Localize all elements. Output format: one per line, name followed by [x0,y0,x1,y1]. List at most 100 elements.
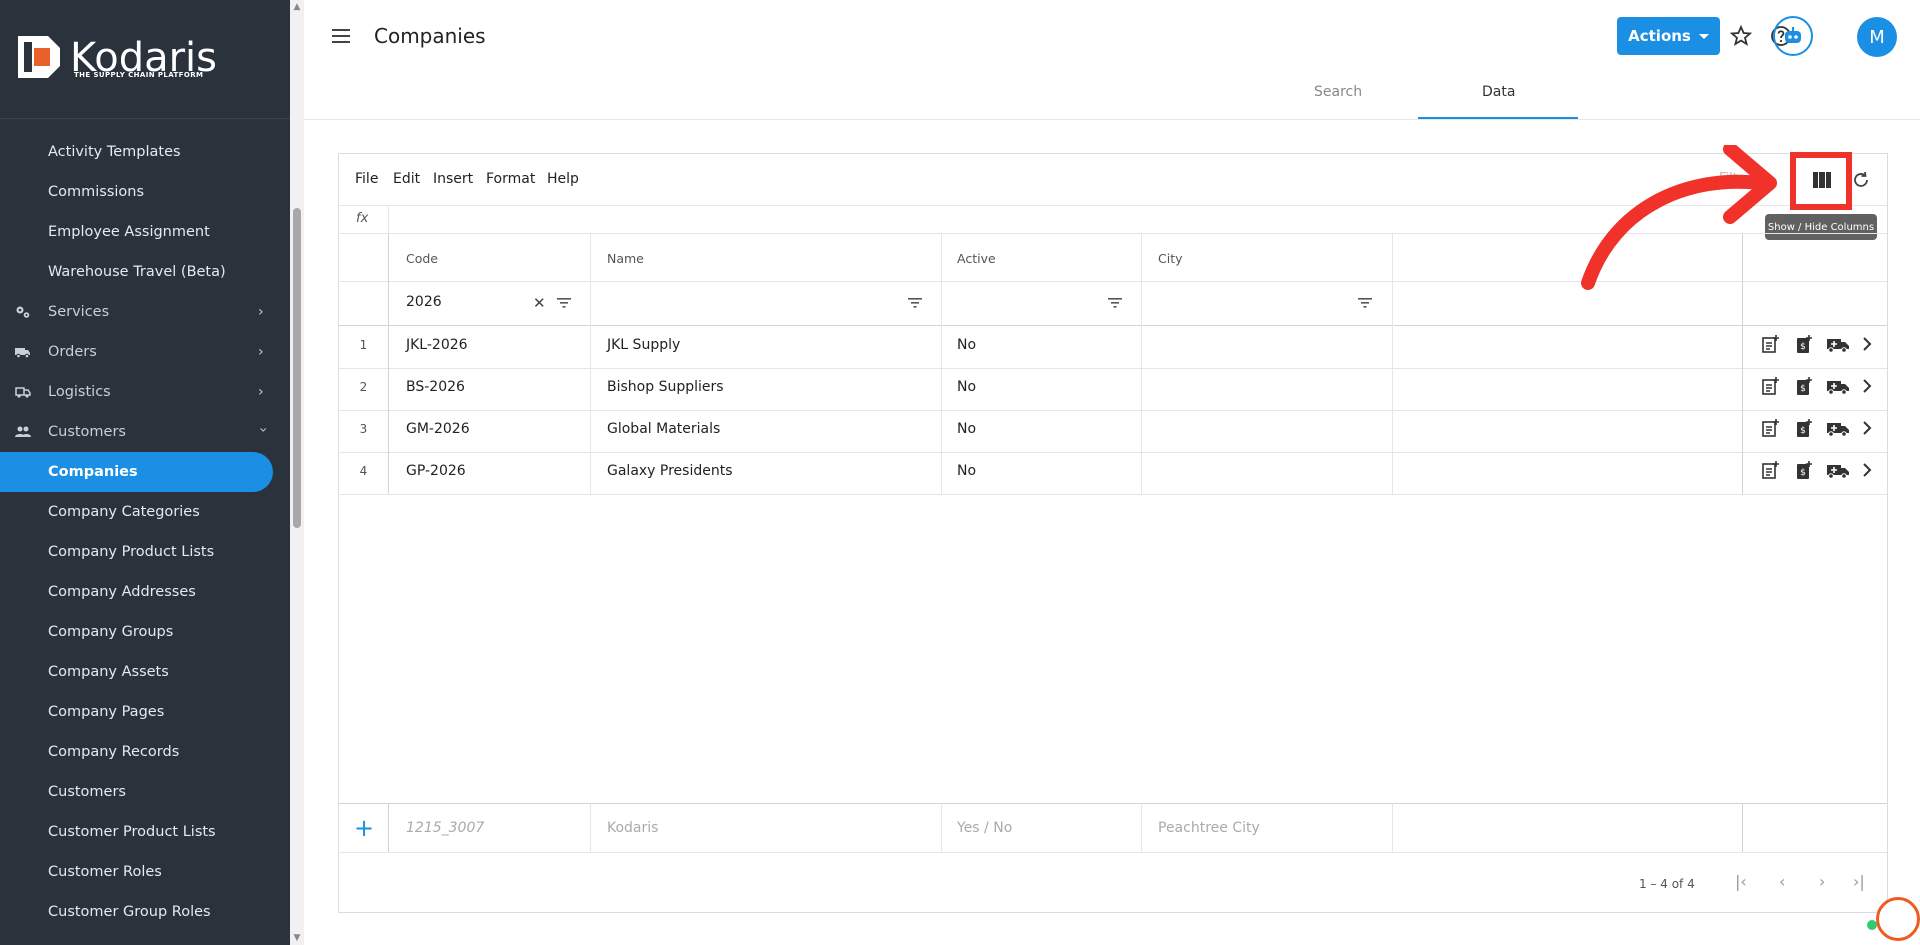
cell-name[interactable]: JKL Supply [607,337,680,353]
add-note-icon[interactable] [1761,376,1781,396]
scrollbar-thumb[interactable] [293,208,301,528]
scroll-up-icon[interactable]: ▲ [292,2,302,12]
next-page-icon[interactable]: › [1819,872,1825,891]
menu-insert[interactable]: Insert [433,171,473,187]
column-header-code[interactable]: Code [406,251,438,266]
online-status-dot [1867,920,1877,930]
add-row-button[interactable]: + [354,814,374,842]
filter-icon[interactable] [1358,298,1372,308]
sidebar-group-orders[interactable]: Orders › [0,332,290,372]
cell-active[interactable]: No [957,379,976,395]
sidebar-item-company-groups[interactable]: Company Groups [0,612,290,652]
sidebar-item-customers[interactable]: Customers [0,772,290,812]
add-invoice-icon[interactable]: $ [1794,376,1814,396]
scroll-down-icon[interactable]: ▼ [292,933,302,943]
code-filter-input[interactable]: 2026 [406,294,442,310]
sidebar: Kodaris THE SUPPLY CHAIN PLATFORM Activi… [0,0,290,945]
add-note-icon[interactable] [1761,460,1781,480]
grid-line [339,494,1887,495]
logo[interactable]: Kodaris THE SUPPLY CHAIN PLATFORM [0,0,290,119]
active-tab-indicator [1418,117,1578,119]
caret-down-icon [1698,33,1709,39]
sidebar-item-commissions[interactable]: Commissions [0,172,290,212]
last-page-icon[interactable]: ›| [1853,872,1865,891]
sidebar-group-services[interactable]: Services › [0,292,290,332]
menu-help[interactable]: Help [547,171,579,187]
add-invoice-icon[interactable]: $ [1794,334,1814,354]
tab-data[interactable]: Data [1482,84,1515,100]
menu-icon[interactable] [332,29,350,43]
new-name-placeholder[interactable]: Kodaris [607,820,658,836]
sidebar-item-company-assets[interactable]: Company Assets [0,652,290,692]
assistant-button[interactable] [1773,16,1813,56]
cell-name[interactable]: Bishop Suppliers [607,379,724,395]
tab-search[interactable]: Search [1314,84,1362,100]
star-icon[interactable] [1729,24,1753,48]
column-header-name[interactable]: Name [607,251,644,266]
clear-filter-icon[interactable]: ✕ [533,294,546,312]
add-note-icon[interactable] [1761,418,1781,438]
cell-code[interactable]: GM-2026 [406,421,470,437]
add-invoice-icon[interactable]: $ [1794,418,1814,438]
first-page-icon[interactable]: |‹ [1735,872,1747,891]
sidebar-item-companies[interactable]: Companies [0,452,273,492]
user-avatar[interactable]: M [1857,17,1897,57]
sidebar-item-employee-assignment[interactable]: Employee Assignment [0,212,290,252]
actions-button[interactable]: Actions [1617,17,1720,55]
cell-name[interactable]: Galaxy Presidents [607,463,733,479]
row-chevron-right-icon[interactable] [1859,418,1879,438]
cell-code[interactable]: GP-2026 [406,463,466,479]
cell-code[interactable]: JKL-2026 [406,337,468,353]
sidebar-group-customers[interactable]: Customers › [0,412,290,452]
sidebar-item-label: Activity Templates [48,144,181,160]
add-shipment-icon[interactable] [1826,376,1849,396]
add-shipment-icon[interactable] [1826,334,1849,354]
chevron-right-icon: › [258,344,264,360]
sidebar-item-warehouse-travel[interactable]: Warehouse Travel (Beta) [0,252,290,292]
cell-active[interactable]: No [957,421,976,437]
sidebar-item-label: Logistics [48,384,111,400]
sidebar-nav: Activity Templates Commissions Employee … [0,132,290,932]
add-shipment-icon[interactable] [1826,418,1849,438]
sidebar-item-company-records[interactable]: Company Records [0,732,290,772]
sidebar-item-label: Customer Product Lists [48,824,216,840]
menu-edit[interactable]: Edit [393,171,420,187]
menu-format[interactable]: Format [486,171,535,187]
filter-icon[interactable] [1108,298,1122,308]
chat-widget-icon[interactable] [1876,897,1920,941]
cell-active[interactable]: No [957,337,976,353]
sidebar-item-label: Company Addresses [48,584,196,600]
sidebar-group-logistics[interactable]: Logistics › [0,372,290,412]
cell-code[interactable]: BS-2026 [406,379,465,395]
cell-name[interactable]: Global Materials [607,421,720,437]
cell-active[interactable]: No [957,463,976,479]
add-note-icon[interactable] [1761,334,1781,354]
sidebar-scrollbar[interactable]: ▲ ▼ [290,0,304,945]
sidebar-item-customer-roles[interactable]: Customer Roles [0,852,290,892]
pagination-info: 1 – 4 of 4 [1639,877,1695,891]
sidebar-item-customer-group-roles[interactable]: Customer Group Roles [0,892,290,932]
filter-icon[interactable] [908,298,922,308]
sidebar-item-company-categories[interactable]: Company Categories [0,492,290,532]
menu-file[interactable]: File [355,171,378,187]
sidebar-item-company-addresses[interactable]: Company Addresses [0,572,290,612]
sidebar-item-company-pages[interactable]: Company Pages [0,692,290,732]
grid-line [590,803,591,852]
prev-page-icon[interactable]: ‹ [1779,872,1785,891]
filter-icon[interactable] [557,298,571,308]
new-code-placeholder[interactable]: 1215_3007 [406,820,484,836]
add-invoice-icon[interactable]: $ [1794,460,1814,480]
sidebar-item-activity-templates[interactable]: Activity Templates [0,132,290,172]
sidebar-item-company-product-lists[interactable]: Company Product Lists [0,532,290,572]
new-city-placeholder[interactable]: Peachtree City [1158,820,1260,836]
row-chevron-right-icon[interactable] [1859,376,1879,396]
refresh-icon[interactable] [1851,170,1871,190]
grid-line [941,234,942,494]
sidebar-item-customer-product-lists[interactable]: Customer Product Lists [0,812,290,852]
column-header-city[interactable]: City [1158,251,1183,266]
row-chevron-right-icon[interactable] [1859,460,1879,480]
add-shipment-icon[interactable] [1826,460,1849,480]
new-active-placeholder[interactable]: Yes / No [957,820,1012,836]
row-chevron-right-icon[interactable] [1859,334,1879,354]
column-header-active[interactable]: Active [957,251,996,266]
